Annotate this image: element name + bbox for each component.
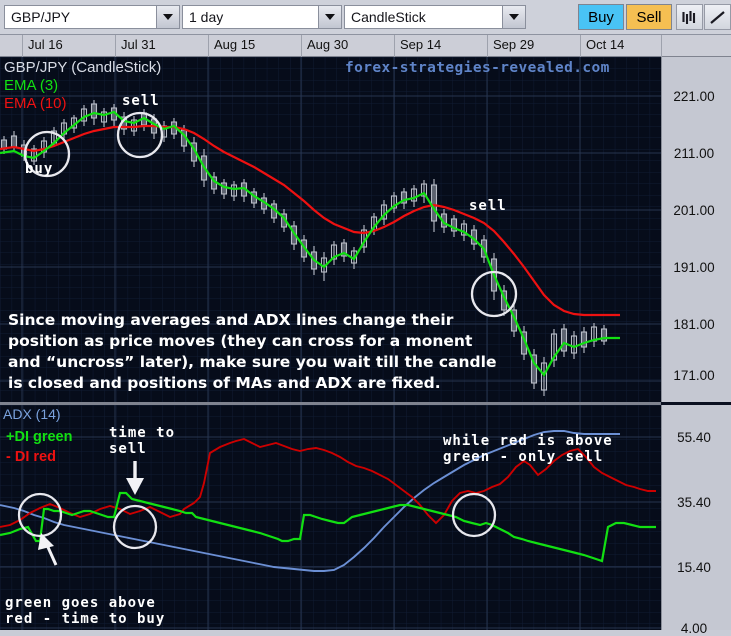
date-tick-label: Jul 31 — [121, 37, 156, 52]
date-tick-label: Sep 14 — [400, 37, 442, 52]
symbol-dropdown[interactable]: GBP/JPY — [4, 5, 180, 29]
adx-tick-label: 35.40 — [677, 495, 711, 510]
timeframe-chevron-down-icon[interactable] — [318, 6, 341, 28]
price-tick-label: 191.00 — [673, 260, 715, 275]
symbol-chevron-down-icon[interactable] — [156, 6, 179, 28]
price-axis[interactable]: 221.00 211.00 201.00 191.00 181.00 171.0… — [661, 57, 731, 402]
price-plot — [0, 57, 661, 402]
price-tick-label: 171.00 — [673, 368, 715, 383]
chart-type-chevron-down-icon[interactable] — [502, 6, 525, 28]
timeframe-value: 1 day — [189, 9, 224, 25]
date-tick-label: Sep 29 — [493, 37, 535, 52]
sell-button[interactable]: Sell — [626, 4, 672, 30]
adx-plot — [0, 405, 661, 630]
date-tick-label: Aug 30 — [307, 37, 349, 52]
price-tick-label: 201.00 — [673, 203, 715, 218]
buy-button[interactable]: Buy — [578, 4, 624, 30]
timeframe-dropdown[interactable]: 1 day — [182, 5, 342, 29]
price-tick-label: 221.00 — [673, 89, 715, 104]
chart-type-dropdown[interactable]: CandleStick — [344, 5, 526, 29]
price-tick-label: 181.00 — [673, 317, 715, 332]
candlestick-chart-icon[interactable] — [676, 4, 703, 30]
date-tick-label: Jul 16 — [28, 37, 63, 52]
adx-tick-label: 15.40 — [677, 560, 711, 575]
adx-tick-label: 4.00 — [680, 621, 708, 636]
price-pane[interactable]: GBP/JPY (CandleStick) EMA (3) EMA (10) f… — [0, 57, 661, 402]
date-tick-label: Oct 14 — [586, 37, 625, 52]
adx-pane[interactable]: ADX (14) +DI green - DI red time to sell … — [0, 405, 661, 630]
chart-area: GBP/JPY (CandleStick) EMA (3) EMA (10) f… — [0, 57, 731, 636]
trading-chart-window: GBP/JPY 1 day CandleStick Buy Sell Jul 1… — [0, 0, 731, 636]
adx-axis[interactable]: 55.40 35.40 15.40 4.00 — [661, 405, 731, 636]
adx-tick-label: 55.40 — [677, 430, 711, 445]
symbol-value: GBP/JPY — [11, 9, 71, 25]
chart-type-value: CandleStick — [351, 9, 426, 25]
toolbar: GBP/JPY 1 day CandleStick Buy Sell — [0, 0, 731, 35]
price-tick-label: 211.00 — [673, 146, 715, 161]
date-tick-label: Aug 15 — [214, 37, 256, 52]
date-axis: Jul 16 Jul 31 Aug 15 Aug 30 Sep 14 Sep 2… — [0, 35, 731, 57]
trendline-icon[interactable] — [704, 4, 731, 30]
